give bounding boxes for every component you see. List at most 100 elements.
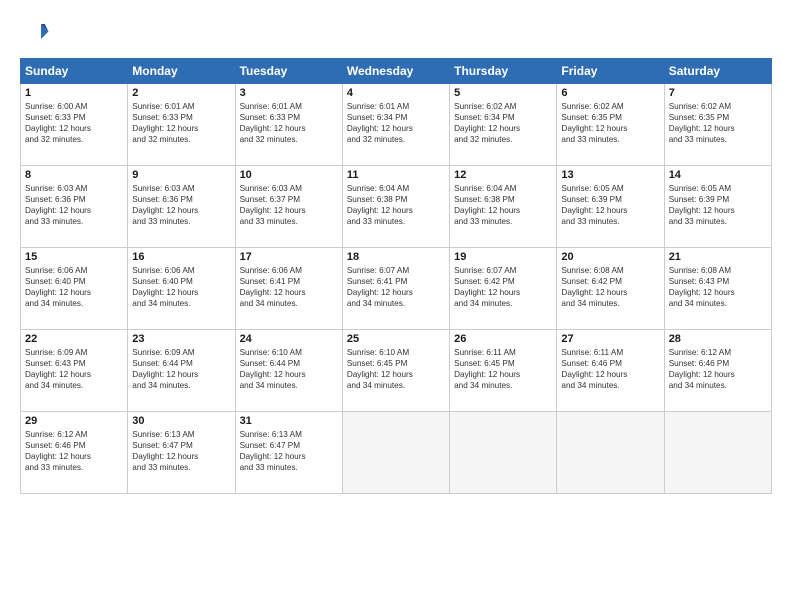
logo	[20, 18, 54, 48]
day-info: Sunrise: 6:02 AM Sunset: 6:35 PM Dayligh…	[669, 101, 767, 145]
day-number: 21	[669, 251, 767, 263]
day-number: 4	[347, 87, 445, 99]
day-number: 17	[240, 251, 338, 263]
day-info: Sunrise: 6:06 AM Sunset: 6:40 PM Dayligh…	[25, 265, 123, 309]
day-number: 7	[669, 87, 767, 99]
calendar-day-header: Monday	[128, 59, 235, 84]
calendar-day-cell: 12 Sunrise: 6:04 AM Sunset: 6:38 PM Dayli…	[450, 166, 557, 248]
day-number: 23	[132, 333, 230, 345]
day-number: 8	[25, 169, 123, 181]
page: SundayMondayTuesdayWednesdayThursdayFrid…	[0, 0, 792, 612]
calendar-day-cell: 9Sunrise: 6:03 AM Sunset: 6:36 PM Daylig…	[128, 166, 235, 248]
day-number: 26	[454, 333, 552, 345]
day-number: 28	[669, 333, 767, 345]
day-info: Sunrise: 6:08 AM Sunset: 6:42 PM Dayligh…	[561, 265, 659, 309]
day-info: Sunrise: 6:03 AM Sunset: 6:37 PM Dayligh…	[240, 183, 338, 227]
calendar-header-row: SundayMondayTuesdayWednesdayThursdayFrid…	[21, 59, 772, 84]
calendar-day-cell: 29 Sunrise: 6:12 AM Sunset: 6:46 PM Dayli…	[21, 412, 128, 494]
calendar-day-cell: 22Sunrise: 6:09 AM Sunset: 6:43 PM Dayli…	[21, 330, 128, 412]
day-number: 11	[347, 169, 445, 181]
day-info: Sunrise: 6:05 AM Sunset: 6:39 PM Dayligh…	[669, 183, 767, 227]
day-number: 16	[132, 251, 230, 263]
day-info: Sunrise: 6:03 AM Sunset: 6:36 PM Dayligh…	[25, 183, 123, 227]
calendar-week-row: 8 Sunrise: 6:03 AM Sunset: 6:36 PM Daylig…	[21, 166, 772, 248]
day-info: Sunrise: 6:03 AM Sunset: 6:36 PM Dayligh…	[132, 183, 230, 227]
day-number: 31	[240, 415, 338, 427]
day-info: Sunrise: 6:01 AM Sunset: 6:33 PM Dayligh…	[240, 101, 338, 145]
calendar-week-row: 15 Sunrise: 6:06 AM Sunset: 6:40 PM Dayli…	[21, 248, 772, 330]
calendar-day-header: Wednesday	[342, 59, 449, 84]
calendar-day-cell: 17 Sunrise: 6:06 AM Sunset: 6:41 PM Dayli…	[235, 248, 342, 330]
calendar-day-cell: 6Sunrise: 6:02 AM Sunset: 6:35 PM Daylig…	[557, 84, 664, 166]
day-info: Sunrise: 6:09 AM Sunset: 6:44 PM Dayligh…	[132, 347, 230, 391]
calendar-week-row: 29 Sunrise: 6:12 AM Sunset: 6:46 PM Dayli…	[21, 412, 772, 494]
calendar-day-cell: 7 Sunrise: 6:02 AM Sunset: 6:35 PM Daylig…	[664, 84, 771, 166]
day-info: Sunrise: 6:13 AM Sunset: 6:47 PM Dayligh…	[132, 429, 230, 473]
day-number: 6	[561, 87, 659, 99]
logo-icon	[20, 18, 50, 48]
day-number: 1	[25, 87, 123, 99]
calendar-day-cell: 10 Sunrise: 6:03 AM Sunset: 6:37 PM Dayli…	[235, 166, 342, 248]
day-info: Sunrise: 6:09 AM Sunset: 6:43 PM Dayligh…	[25, 347, 123, 391]
calendar-day-header: Saturday	[664, 59, 771, 84]
calendar-day-cell: 30Sunrise: 6:13 AM Sunset: 6:47 PM Dayli…	[128, 412, 235, 494]
day-info: Sunrise: 6:02 AM Sunset: 6:34 PM Dayligh…	[454, 101, 552, 145]
day-info: Sunrise: 6:13 AM Sunset: 6:47 PM Dayligh…	[240, 429, 338, 473]
calendar-day-cell: 20 Sunrise: 6:08 AM Sunset: 6:42 PM Dayli…	[557, 248, 664, 330]
day-number: 5	[454, 87, 552, 99]
day-number: 2	[132, 87, 230, 99]
calendar-day-header: Tuesday	[235, 59, 342, 84]
day-info: Sunrise: 6:04 AM Sunset: 6:38 PM Dayligh…	[454, 183, 552, 227]
day-info: Sunrise: 6:06 AM Sunset: 6:40 PM Dayligh…	[132, 265, 230, 309]
day-info: Sunrise: 6:00 AM Sunset: 6:33 PM Dayligh…	[25, 101, 123, 145]
calendar-day-cell: 26 Sunrise: 6:11 AM Sunset: 6:45 PM Dayli…	[450, 330, 557, 412]
calendar-day-cell: 25 Sunrise: 6:10 AM Sunset: 6:45 PM Dayli…	[342, 330, 449, 412]
calendar-day-cell: 3 Sunrise: 6:01 AM Sunset: 6:33 PM Daylig…	[235, 84, 342, 166]
day-info: Sunrise: 6:01 AM Sunset: 6:34 PM Dayligh…	[347, 101, 445, 145]
calendar-day-cell: 19Sunrise: 6:07 AM Sunset: 6:42 PM Dayli…	[450, 248, 557, 330]
header	[20, 18, 772, 48]
day-number: 19	[454, 251, 552, 263]
day-number: 10	[240, 169, 338, 181]
day-number: 12	[454, 169, 552, 181]
calendar-table: SundayMondayTuesdayWednesdayThursdayFrid…	[20, 58, 772, 494]
calendar-day-cell: 24 Sunrise: 6:10 AM Sunset: 6:44 PM Dayli…	[235, 330, 342, 412]
calendar-day-header: Thursday	[450, 59, 557, 84]
calendar-day-cell: 16 Sunrise: 6:06 AM Sunset: 6:40 PM Dayli…	[128, 248, 235, 330]
day-number: 3	[240, 87, 338, 99]
calendar-day-cell: 4 Sunrise: 6:01 AM Sunset: 6:34 PM Daylig…	[342, 84, 449, 166]
day-number: 18	[347, 251, 445, 263]
calendar-day-cell: 21 Sunrise: 6:08 AM Sunset: 6:43 PM Dayli…	[664, 248, 771, 330]
calendar-day-cell: 28 Sunrise: 6:12 AM Sunset: 6:46 PM Dayli…	[664, 330, 771, 412]
calendar-day-cell: 31 Sunrise: 6:13 AM Sunset: 6:47 PM Dayli…	[235, 412, 342, 494]
day-info: Sunrise: 6:04 AM Sunset: 6:38 PM Dayligh…	[347, 183, 445, 227]
day-info: Sunrise: 6:12 AM Sunset: 6:46 PM Dayligh…	[25, 429, 123, 473]
calendar-day-header: Sunday	[21, 59, 128, 84]
day-info: Sunrise: 6:12 AM Sunset: 6:46 PM Dayligh…	[669, 347, 767, 391]
calendar-day-cell: 13 Sunrise: 6:05 AM Sunset: 6:39 PM Dayli…	[557, 166, 664, 248]
day-info: Sunrise: 6:06 AM Sunset: 6:41 PM Dayligh…	[240, 265, 338, 309]
day-number: 15	[25, 251, 123, 263]
calendar-day-cell: 18Sunrise: 6:07 AM Sunset: 6:41 PM Dayli…	[342, 248, 449, 330]
day-number: 24	[240, 333, 338, 345]
day-info: Sunrise: 6:05 AM Sunset: 6:39 PM Dayligh…	[561, 183, 659, 227]
day-info: Sunrise: 6:11 AM Sunset: 6:45 PM Dayligh…	[454, 347, 552, 391]
calendar-day-cell	[557, 412, 664, 494]
day-number: 25	[347, 333, 445, 345]
day-info: Sunrise: 6:10 AM Sunset: 6:44 PM Dayligh…	[240, 347, 338, 391]
calendar-week-row: 1 Sunrise: 6:00 AM Sunset: 6:33 PM Daylig…	[21, 84, 772, 166]
day-info: Sunrise: 6:08 AM Sunset: 6:43 PM Dayligh…	[669, 265, 767, 309]
calendar-day-cell: 2 Sunrise: 6:01 AM Sunset: 6:33 PM Daylig…	[128, 84, 235, 166]
calendar-day-cell: 1 Sunrise: 6:00 AM Sunset: 6:33 PM Daylig…	[21, 84, 128, 166]
calendar-day-cell: 15 Sunrise: 6:06 AM Sunset: 6:40 PM Dayli…	[21, 248, 128, 330]
day-number: 13	[561, 169, 659, 181]
day-number: 29	[25, 415, 123, 427]
calendar-day-cell: 8 Sunrise: 6:03 AM Sunset: 6:36 PM Daylig…	[21, 166, 128, 248]
calendar-day-cell: 23 Sunrise: 6:09 AM Sunset: 6:44 PM Dayli…	[128, 330, 235, 412]
day-info: Sunrise: 6:10 AM Sunset: 6:45 PM Dayligh…	[347, 347, 445, 391]
day-number: 14	[669, 169, 767, 181]
calendar-day-cell: 5 Sunrise: 6:02 AM Sunset: 6:34 PM Daylig…	[450, 84, 557, 166]
calendar-day-cell	[450, 412, 557, 494]
day-info: Sunrise: 6:01 AM Sunset: 6:33 PM Dayligh…	[132, 101, 230, 145]
day-number: 20	[561, 251, 659, 263]
